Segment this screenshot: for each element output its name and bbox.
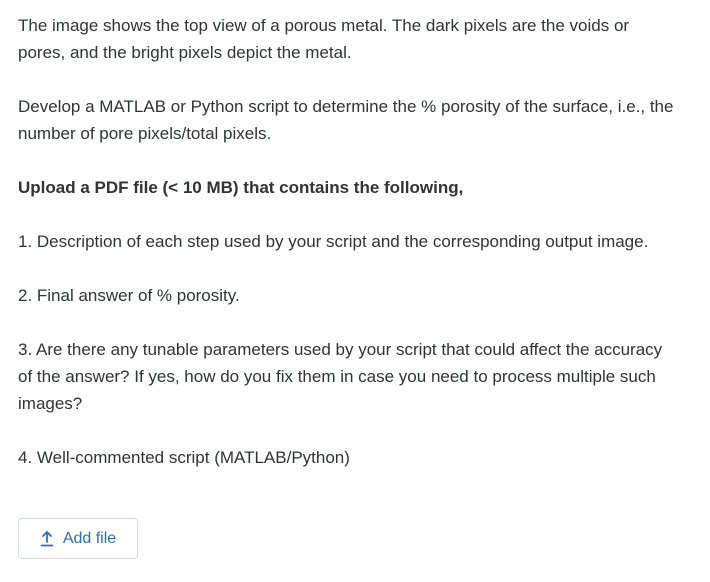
upload-icon (40, 530, 54, 547)
intro-paragraph: The image shows the top view of a porous… (18, 16, 630, 62)
requirement-item-1: 1. Description of each step used by your… (18, 232, 649, 251)
task-paragraph: Develop a MATLAB or Python script to det… (18, 97, 674, 143)
question-panel: The image shows the top view of a porous… (0, 0, 710, 582)
add-file-button[interactable]: Add file (18, 518, 138, 559)
requirement-item-2: 2. Final answer of % porosity. (18, 286, 240, 305)
add-file-label: Add file (62, 529, 117, 547)
upload-heading: Upload a PDF file (< 10 MB) that contain… (18, 178, 464, 197)
requirement-item-4: 4. Well-commented script (MATLAB/Python) (18, 448, 350, 467)
requirement-item-3: 3. Are there any tunable parameters used… (18, 340, 663, 413)
